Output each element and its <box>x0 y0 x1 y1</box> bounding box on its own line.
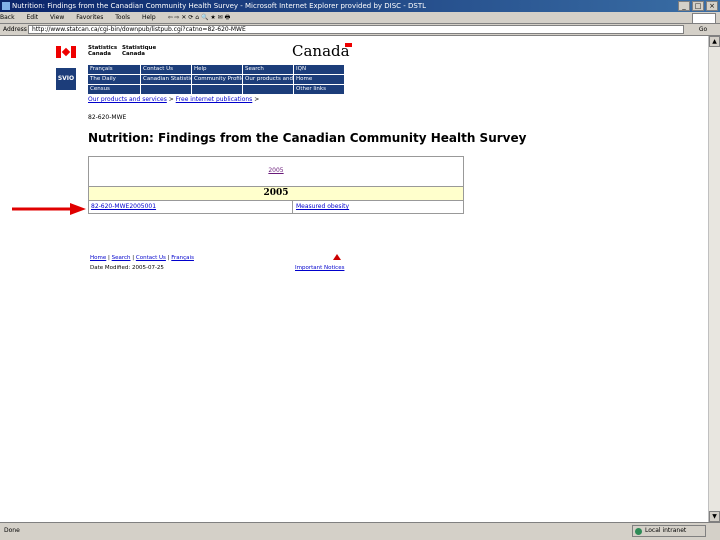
important-notices-link[interactable]: Important Notices <box>295 265 344 271</box>
nav-search[interactable]: Search <box>243 65 293 74</box>
page-viewport <box>0 36 720 522</box>
window-titlebar: Nutrition: Findings from the Canadian Co… <box>0 0 720 12</box>
nav-community-profiles[interactable]: Community Profiles <box>192 75 242 84</box>
column-divider <box>292 201 293 213</box>
go-button[interactable]: Go <box>690 25 716 34</box>
menu-help[interactable]: Help <box>142 14 156 21</box>
statcan-name-en: Statistics Canada <box>88 45 117 57</box>
menu-edit[interactable]: Edit <box>27 14 39 21</box>
breadcrumb-products-link[interactable]: Our products and services <box>88 96 167 103</box>
security-zone: Local intranet <box>632 525 706 537</box>
catalogue-number: 82-620-MWE <box>88 114 127 121</box>
intranet-globe-icon <box>635 528 642 535</box>
nav-blank-3 <box>243 85 293 94</box>
status-text: Done <box>4 527 20 534</box>
vertical-scrollbar[interactable]: ▲ ▼ <box>708 36 720 522</box>
wordmark-flag-icon <box>344 43 352 47</box>
publication-id-link[interactable]: 82-620-MWE2005001 <box>91 201 156 213</box>
footer-links: Home | Search | Contact Us | Français <box>90 255 194 261</box>
red-arrow-icon <box>12 203 86 215</box>
menu-favorites[interactable]: Favorites <box>76 14 103 21</box>
table-row: 82-620-MWE2005001 Measured obesity <box>89 201 463 213</box>
footer-home-link[interactable]: Home <box>90 255 106 261</box>
statcan-fr-line2: Canada <box>122 51 146 57</box>
scroll-up-arrow-icon[interactable]: ▲ <box>709 36 720 47</box>
nav-blank-1 <box>141 85 191 94</box>
statcan-name-fr: Statistique Canada <box>122 45 156 57</box>
canada-flag-icon <box>56 46 76 58</box>
nav-icons[interactable]: ⇦ ⇨ ✕ ⟳ ⌂ 🔍 ★ ✉ 🖶 <box>168 14 231 21</box>
address-input[interactable]: http://www.statcan.ca/cgi-bin/downpub/li… <box>28 25 684 34</box>
breadcrumb: Our products and services > Free interne… <box>88 96 259 103</box>
nav-iqn[interactable]: IQN <box>294 65 344 74</box>
maximize-button[interactable]: □ <box>692 1 704 11</box>
canada-wordmark-text: Canada <box>292 42 350 60</box>
zone-label: Local intranet <box>645 527 687 534</box>
nav-home[interactable]: Home <box>294 75 344 84</box>
year-header: 2005 <box>89 186 463 201</box>
nav-census[interactable]: Census <box>88 85 140 94</box>
footer-francais-link[interactable]: Français <box>171 255 194 261</box>
page-title: Nutrition: Findings from the Canadian Co… <box>88 131 527 145</box>
menu-tools[interactable]: Tools <box>115 14 130 21</box>
scroll-down-arrow-icon[interactable]: ▼ <box>709 511 720 522</box>
minimize-button[interactable]: _ <box>678 1 690 11</box>
back-to-top-icon[interactable] <box>333 254 341 260</box>
statcan-logo: SVIO <box>56 68 76 90</box>
nav-blank-2 <box>192 85 242 94</box>
ie-icon <box>2 2 10 10</box>
publication-title-link[interactable]: Measured obesity <box>296 201 349 213</box>
menu-view[interactable]: View <box>50 14 64 21</box>
arrow-shaft <box>12 207 72 211</box>
toolbar: Back Edit View Favorites Tools Help ⇦ ⇨ … <box>0 12 720 24</box>
back-button[interactable]: Back <box>0 14 15 21</box>
status-bar: Done Local intranet <box>0 522 720 540</box>
nav-other-links[interactable]: Other links <box>294 85 344 94</box>
footer-search-link[interactable]: Search <box>112 255 131 261</box>
close-button[interactable]: × <box>706 1 718 11</box>
address-label: Address <box>3 26 27 33</box>
nav-canadian-statistics[interactable]: Canadian Statistics <box>141 75 191 84</box>
nav-products-services[interactable]: Our products and services <box>243 75 293 84</box>
nav-help[interactable]: Help <box>192 65 242 74</box>
nav-contact-us[interactable]: Contact Us <box>141 65 191 74</box>
statcan-en-line2: Canada <box>88 51 112 57</box>
windows-logo-icon <box>692 13 716 23</box>
nav-francais[interactable]: Français <box>88 65 140 74</box>
breadcrumb-separator: > <box>166 96 176 103</box>
breadcrumb-free-publications-link[interactable]: Free internet publications <box>176 96 253 103</box>
main-nav: Français Contact Us Help Search IQN The … <box>88 65 344 94</box>
date-modified: Date Modified: 2005-07-25 <box>90 265 164 271</box>
address-bar: Address http://www.statcan.ca/cgi-bin/do… <box>0 24 720 36</box>
footer-contact-link[interactable]: Contact Us <box>136 255 166 261</box>
year-link[interactable]: 2005 <box>89 167 463 174</box>
canada-wordmark: Canada <box>292 42 352 60</box>
publications-table: 2005 2005 82-620-MWE2005001 Measured obe… <box>88 156 464 214</box>
arrow-head <box>70 203 86 215</box>
window-title: Nutrition: Findings from the Canadian Co… <box>12 2 427 10</box>
breadcrumb-tail: > <box>252 96 260 103</box>
nav-the-daily[interactable]: The Daily <box>88 75 140 84</box>
